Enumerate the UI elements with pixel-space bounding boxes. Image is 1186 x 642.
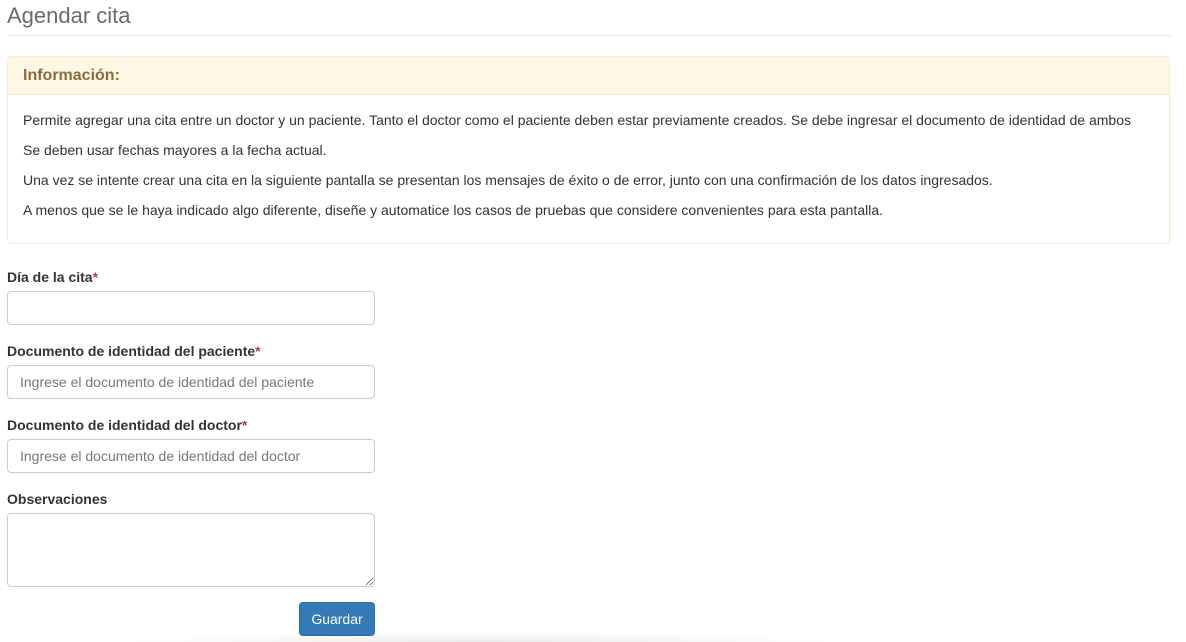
patient-document-label-text: Documento de identidad del paciente: [7, 343, 256, 359]
date-label: Día de la cita*: [7, 268, 98, 286]
patient-document-input[interactable]: [7, 365, 375, 399]
notes-label-text: Observaciones: [7, 491, 108, 507]
info-paragraph: Se deben usar fechas mayores a la fecha …: [23, 142, 327, 158]
doctor-document-input[interactable]: [7, 439, 375, 473]
required-asterisk: *: [255, 343, 261, 359]
patient-document-label: Documento de identidad del paciente*: [7, 342, 261, 360]
required-asterisk: *: [92, 269, 99, 285]
doctor-document-label-text: Documento de identidad del doctor: [7, 417, 242, 433]
title-divider: [7, 35, 1171, 36]
doctor-document-label: Documento de identidad del doctor*: [7, 416, 247, 434]
required-asterisk: *: [241, 417, 248, 433]
save-button[interactable]: Guardar: [299, 602, 375, 636]
info-panel-body: Permite agregar una cita entre un doctor…: [8, 95, 1169, 230]
notes-textarea[interactable]: [7, 513, 375, 587]
info-panel-heading: Información:: [8, 57, 1169, 95]
notes-label: Observaciones: [7, 490, 107, 508]
page-title: Agendar cita: [7, 3, 131, 28]
date-label-text: Día de la cita: [7, 269, 93, 285]
info-panel: Información: Permite agregar una cita en…: [7, 56, 1170, 244]
info-paragraph: A menos que se le haya indicado algo dif…: [23, 202, 884, 218]
appointment-date-input[interactable]: [7, 291, 375, 325]
info-paragraph: Permite agregar una cita entre un doctor…: [23, 112, 1131, 128]
bottom-shadow: [120, 632, 840, 642]
info-paragraph: Una vez se intente crear una cita en la …: [23, 172, 993, 188]
